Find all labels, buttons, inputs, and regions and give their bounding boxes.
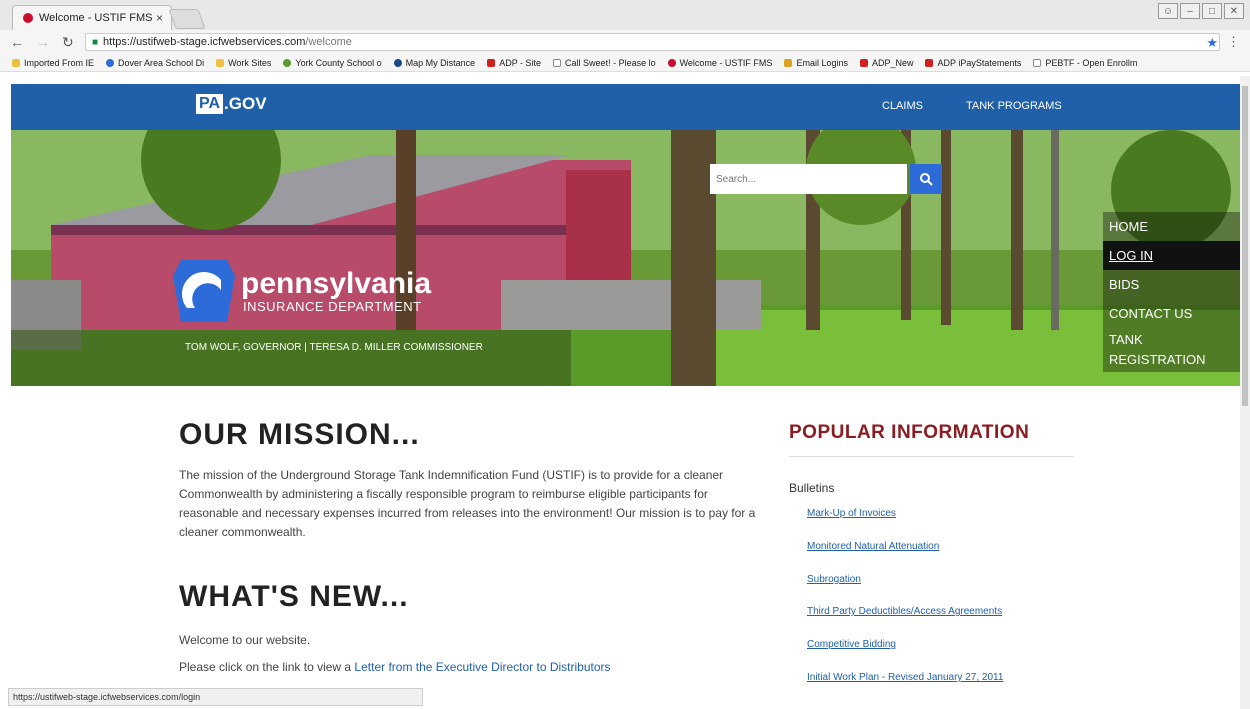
bookmarks-bar: Imported From IE Dover Area School Di Wo… (0, 54, 1250, 72)
menu-login[interactable]: LOG IN (1103, 241, 1240, 270)
bookmark-item[interactable]: PEBTF - Open Enrollm (1033, 58, 1137, 68)
bulletin-link[interactable]: Competitive Bidding (807, 639, 896, 650)
governor-line: TOM WOLF, GOVERNOR | TERESA D. MILLER CO… (185, 342, 483, 353)
scrollbar[interactable] (1240, 76, 1250, 709)
globe-icon (106, 58, 115, 67)
pa-gov-logo[interactable]: PA .GOV (196, 94, 267, 114)
mission-text: The mission of the Underground Storage T… (179, 468, 756, 539)
bookmark-item[interactable]: Call Sweet! - Please lo (553, 58, 656, 68)
popular-heading: POPULAR INFORMATION (789, 422, 1030, 443)
bookmark-item[interactable]: ADP iPayStatements (925, 58, 1021, 68)
menu-contact[interactable]: CONTACT US (1103, 299, 1240, 328)
forward-icon[interactable]: → (36, 34, 52, 50)
folder-icon (216, 58, 225, 67)
status-bar-url: https://ustifweb-stage.icfwebservices.co… (8, 688, 423, 706)
adp-icon (859, 58, 868, 67)
favicon-icon (667, 58, 676, 67)
bookmark-item[interactable]: York County School o (283, 58, 382, 68)
bulletin-link[interactable]: Initial Work Plan - Revised January 27, … (807, 672, 1003, 683)
search-button[interactable] (910, 164, 942, 194)
browser-tabstrip: Welcome - USTIF FMS × ☺ – □ ✕ (0, 0, 1250, 30)
search-icon (920, 173, 933, 186)
address-toolbar: ← → ↻ ■ https://ustifweb-stage.icfwebser… (0, 30, 1250, 54)
lock-icon: ■ (92, 36, 99, 48)
tab-title: Welcome - USTIF FMS (39, 12, 153, 24)
brand-department: INSURANCE DEPARTMENT (243, 298, 422, 314)
letter-link[interactable]: Letter from the Executive Director to Di… (354, 660, 610, 674)
url-host: https://ustifweb-stage.icfwebservices.co… (103, 36, 306, 48)
reload-icon[interactable]: ↻ (62, 34, 78, 51)
map-icon (393, 58, 402, 67)
divider (789, 456, 1074, 457)
mission-heading: OUR MISSION... (179, 418, 420, 451)
address-bar[interactable]: ■ https://ustifweb-stage.icfwebservices.… (85, 33, 1220, 51)
main-content: OUR MISSION... The mission of the Underg… (11, 386, 1240, 709)
bookmark-item[interactable]: Map My Distance (393, 58, 475, 68)
browser-tab[interactable]: Welcome - USTIF FMS × (12, 5, 172, 30)
minimize-icon[interactable]: – (1180, 3, 1200, 19)
page-icon (553, 58, 562, 67)
side-menu: HOME LOG IN BIDS CONTACT US TANK REGISTR… (1103, 212, 1240, 372)
tab-close-icon[interactable]: × (156, 11, 163, 25)
back-icon[interactable]: ← (10, 34, 26, 50)
pa-insurance-logo: pennsylvania INSURANCE DEPARTMENT (173, 260, 431, 322)
bulletin-link[interactable]: Third Party Deductibles/Access Agreement… (807, 606, 1002, 617)
keystone-icon (173, 260, 235, 322)
menu-home[interactable]: HOME (1103, 212, 1240, 241)
email-icon (784, 58, 793, 67)
letter-paragraph: Please click on the link to view a Lette… (179, 660, 611, 674)
bookmark-star-icon[interactable]: ★ (1206, 35, 1218, 51)
bulletin-link[interactable]: Monitored Natural Attenuation (807, 541, 939, 552)
close-window-icon[interactable]: ✕ (1224, 3, 1244, 19)
adp-icon (925, 58, 934, 67)
page-icon (1033, 58, 1042, 67)
window-controls: ☺ – □ ✕ (1158, 3, 1244, 19)
brand-name: pennsylvania (241, 266, 432, 300)
url-path: /welcome (305, 36, 352, 48)
top-nav: PA .GOV CLAIMS TANK PROGRAMS (11, 84, 1240, 130)
welcome-text: Welcome to our website. (179, 633, 311, 647)
adp-icon (487, 58, 496, 67)
bookmark-item[interactable]: ADP_New (859, 58, 913, 68)
restore-icon[interactable]: □ (1202, 3, 1222, 19)
favicon-icon (23, 13, 33, 23)
brand-text-block: pennsylvania INSURANCE DEPARTMENT (235, 266, 432, 314)
menu-bids[interactable]: BIDS (1103, 270, 1240, 299)
bookmark-item[interactable]: Welcome - USTIF FMS (667, 58, 772, 68)
scrollbar-thumb[interactable] (1242, 86, 1248, 406)
bookmark-item[interactable]: Work Sites (216, 58, 271, 68)
profile-icon[interactable]: ☺ (1158, 3, 1178, 19)
bulletins-label: Bulletins (789, 481, 835, 495)
new-tab-button[interactable] (168, 9, 206, 29)
menu-kebab-icon[interactable]: ⋮ (1227, 34, 1240, 50)
folder-icon (12, 58, 20, 67)
bookmark-item[interactable]: ADP - Site (487, 58, 541, 68)
bookmark-item[interactable]: Imported From IE (12, 58, 94, 68)
nav-claims[interactable]: CLAIMS (882, 100, 923, 112)
apple-icon (283, 58, 292, 67)
search-input[interactable] (710, 164, 907, 194)
web-page: PA .GOV CLAIMS TANK PROGRAMS Search... p… (11, 84, 1240, 709)
bookmark-item[interactable]: Email Logins (784, 58, 848, 68)
nav-tank-programs[interactable]: TANK PROGRAMS (966, 100, 1062, 112)
whats-new-heading: WHAT'S NEW... (179, 580, 409, 613)
menu-tank-registration[interactable]: TANK REGISTRATION (1103, 328, 1240, 372)
hero-banner: pennsylvania INSURANCE DEPARTMENT TOM WO… (11, 130, 1240, 386)
bulletin-link[interactable]: Mark-Up of Invoices (807, 508, 896, 519)
bookmark-item[interactable]: Dover Area School Di (106, 58, 204, 68)
bulletin-link[interactable]: Subrogation (807, 574, 861, 585)
